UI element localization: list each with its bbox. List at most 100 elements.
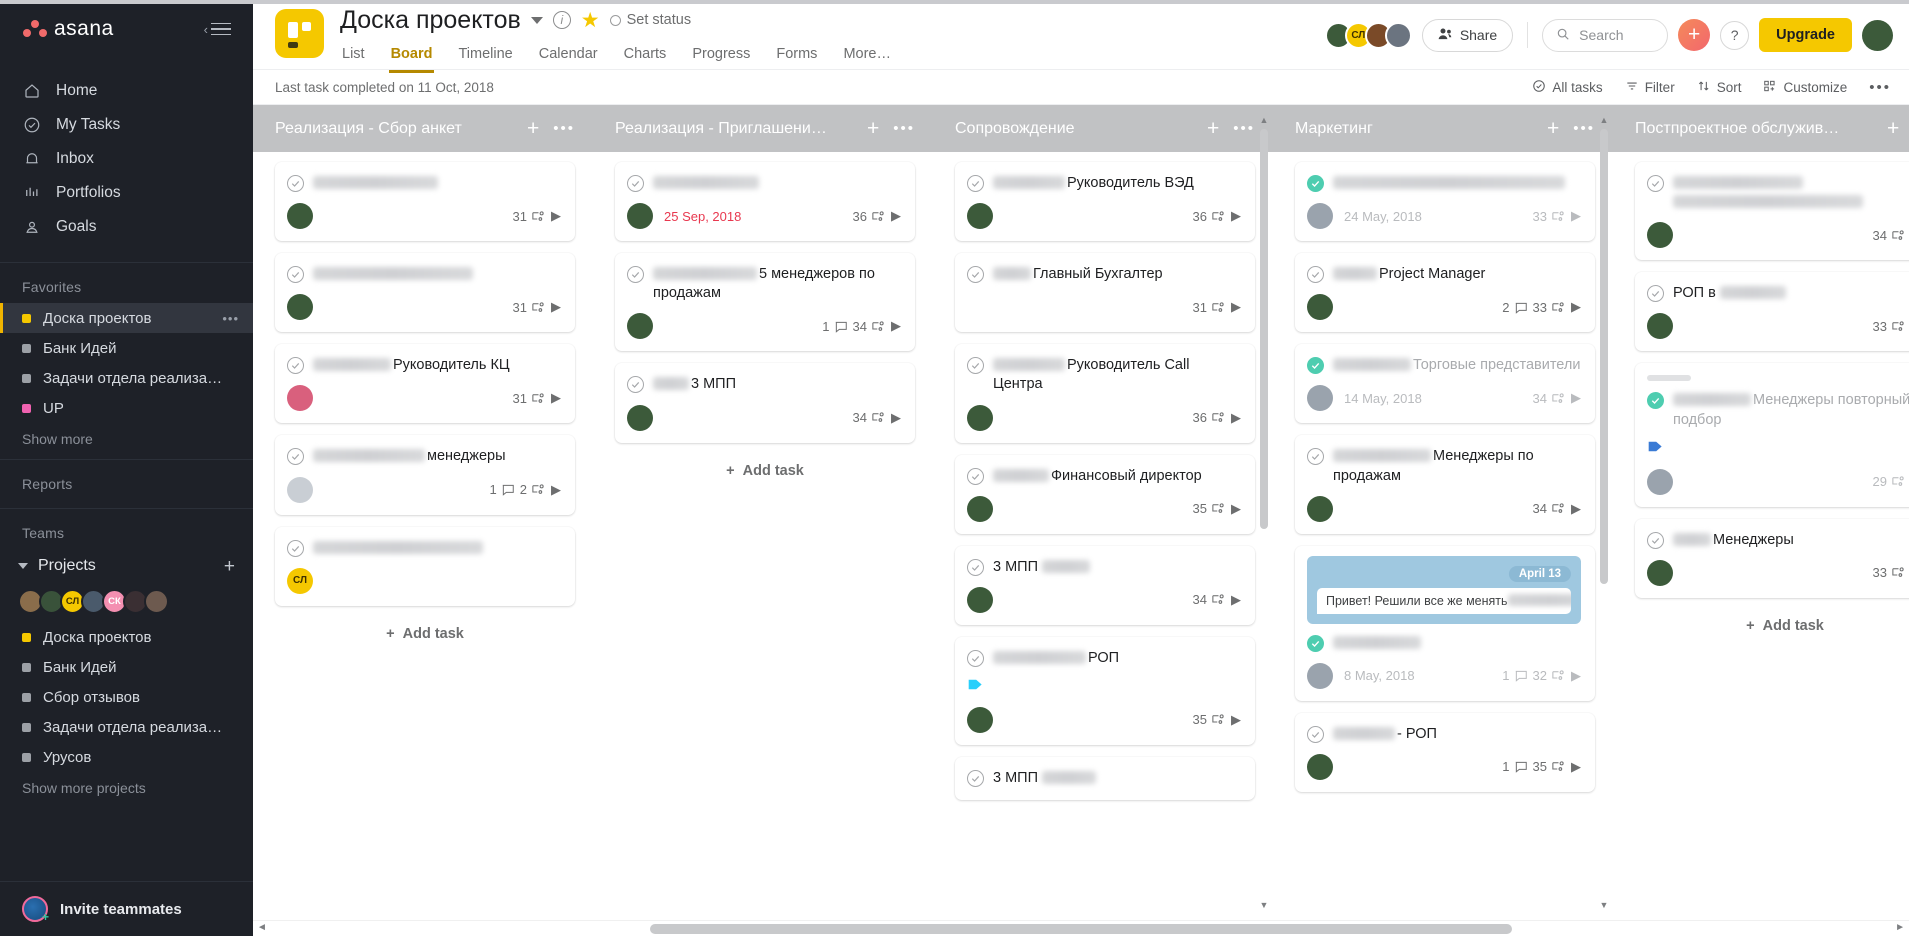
sidebar-favorite-zadachi-otdela[interactable]: Задачи отдела реализа… <box>0 363 253 393</box>
task-card[interactable]: 31 ▶ <box>275 162 575 242</box>
tab-list[interactable]: List <box>340 42 367 73</box>
assignee-avatar[interactable] <box>1307 203 1333 230</box>
chevron-down-icon[interactable] <box>18 563 28 569</box>
expand-card-icon[interactable]: ▶ <box>1571 299 1581 315</box>
board-horizontal-scrollbar[interactable]: ◄ ► <box>253 920 1909 936</box>
column-more-icon[interactable]: ••• <box>1233 120 1255 137</box>
complete-task-checkbox[interactable] <box>1307 634 1324 652</box>
task-card[interactable]: Торговые представители 14 May, 2018 34 ▶ <box>1295 344 1595 424</box>
column-scrollbar[interactable]: ▲ ▼ <box>1259 115 1269 910</box>
due-date[interactable]: 8 May, 2018 <box>1344 668 1415 683</box>
assignee-avatar[interactable]: СЛ <box>287 567 313 594</box>
task-card[interactable]: РОП в 33 ▶ <box>1635 272 1909 352</box>
sidebar-project-urusov[interactable]: Урусов <box>0 742 253 772</box>
complete-task-checkbox[interactable] <box>627 266 644 284</box>
expand-card-icon[interactable]: ▶ <box>891 318 901 334</box>
due-date[interactable]: 24 May, 2018 <box>1344 209 1422 224</box>
invite-teammates-button[interactable]: Invite teammates <box>0 881 253 936</box>
expand-card-icon[interactable]: ▶ <box>1231 410 1241 426</box>
expand-card-icon[interactable]: ▶ <box>1571 668 1581 684</box>
task-card-with-preview[interactable]: April 13 Привет! Решили все же менять 8 <box>1295 545 1595 701</box>
sidebar-favorite-up[interactable]: UP <box>0 393 253 423</box>
complete-task-checkbox[interactable] <box>967 175 984 192</box>
expand-card-icon[interactable]: ▶ <box>551 299 561 315</box>
assignee-avatar[interactable] <box>1307 662 1333 689</box>
sidebar-collapse-button[interactable]: ‹ <box>204 22 231 37</box>
task-card[interactable]: Руководитель Call Центра 36 ▶ <box>955 344 1255 443</box>
task-card[interactable]: Финансовый директор 35 ▶ <box>955 454 1255 534</box>
add-task-button[interactable]: + Add task <box>615 455 915 479</box>
complete-task-checkbox[interactable] <box>1307 725 1324 743</box>
task-card[interactable]: Главный Бухгалтер 31 ▶ <box>955 253 1255 333</box>
task-card[interactable]: 5 менеджеров по продажам 1 34 ▶ <box>615 253 915 352</box>
all-tasks-button[interactable]: All tasks <box>1532 79 1603 96</box>
tab-timeline[interactable]: Timeline <box>456 42 514 73</box>
complete-task-checkbox[interactable] <box>1647 175 1664 192</box>
assignee-avatar[interactable] <box>1647 313 1673 340</box>
task-card[interactable]: менеджеры 1 2 ▶ <box>275 435 575 515</box>
task-card[interactable]: 24 May, 2018 33 ▶ <box>1295 162 1595 242</box>
expand-card-icon[interactable]: ▶ <box>1231 501 1241 517</box>
due-date[interactable]: 25 Sep, 2018 <box>664 209 741 224</box>
add-task-button[interactable]: + Add task <box>275 618 575 642</box>
complete-task-checkbox[interactable] <box>1307 266 1324 284</box>
expand-card-icon[interactable]: ▶ <box>551 208 561 224</box>
tab-board[interactable]: Board <box>389 42 435 73</box>
complete-task-checkbox[interactable] <box>967 769 984 787</box>
scrollbar-thumb[interactable] <box>650 924 1512 934</box>
column-add-task-icon[interactable]: + <box>1547 118 1559 139</box>
scroll-up-arrow-icon[interactable]: ▲ <box>1599 115 1609 125</box>
task-card[interactable]: 34 ▶ <box>1635 162 1909 261</box>
sidebar-item-goals[interactable]: Goals <box>0 210 253 244</box>
board-more-options-icon[interactable]: ••• <box>1869 79 1891 96</box>
projects-show-more[interactable]: Show more projects <box>0 772 253 800</box>
expand-card-icon[interactable]: ▶ <box>1571 208 1581 224</box>
scroll-left-arrow-icon[interactable]: ◄ <box>257 922 267 933</box>
task-card[interactable]: 3 МПП 34 ▶ <box>615 363 915 443</box>
expand-card-icon[interactable]: ▶ <box>891 410 901 426</box>
task-card[interactable]: Менеджеры 33 ▶ <box>1635 518 1909 598</box>
task-card[interactable]: РОП 35 ▶ <box>955 636 1255 745</box>
sidebar-project-doska-proektov[interactable]: Доска проектов <box>0 622 253 652</box>
team-projects-row[interactable]: Projects + <box>0 549 253 583</box>
assignee-avatar[interactable] <box>967 203 993 230</box>
set-status-button[interactable]: Set status <box>609 12 691 28</box>
scrollbar-thumb[interactable] <box>1600 129 1608 584</box>
scroll-down-arrow-icon[interactable]: ▼ <box>1259 900 1269 910</box>
column-add-task-icon[interactable]: + <box>1207 118 1219 139</box>
sidebar-project-sbor-otzyvov[interactable]: Сбор отзывов <box>0 682 253 712</box>
info-icon[interactable]: i <box>552 11 571 29</box>
task-card[interactable]: Руководитель КЦ 31 ▶ <box>275 344 575 424</box>
assignee-avatar[interactable] <box>967 586 993 613</box>
tab-progress[interactable]: Progress <box>690 42 752 73</box>
complete-task-checkbox[interactable] <box>1647 531 1664 549</box>
assignee-avatar[interactable] <box>967 495 993 522</box>
assignee-avatar[interactable] <box>1307 294 1333 321</box>
sidebar-favorite-bank-idey[interactable]: Банк Идей <box>0 333 253 363</box>
add-task-button[interactable]: + Add task <box>1635 610 1909 634</box>
sidebar-item-home[interactable]: Home <box>0 74 253 108</box>
user-avatar[interactable] <box>1862 19 1893 51</box>
assignee-avatar[interactable] <box>627 313 653 340</box>
task-card[interactable]: Менеджеры повторный подбор 29 <box>1635 363 1909 507</box>
quick-add-button[interactable]: + <box>1678 19 1711 51</box>
task-card[interactable]: Менеджеры по продажам 34 ▶ <box>1295 435 1595 534</box>
favorite-more-icon[interactable]: ••• <box>222 311 239 326</box>
assignee-avatar[interactable] <box>967 404 993 431</box>
task-card[interactable]: 3 МПП 34 ▶ <box>955 545 1255 625</box>
column-more-icon[interactable]: ••• <box>1573 120 1595 137</box>
filter-button[interactable]: Filter <box>1625 79 1675 96</box>
expand-card-icon[interactable]: ▶ <box>551 482 561 498</box>
column-more-icon[interactable]: ••• <box>893 120 915 137</box>
assignee-avatar[interactable] <box>1647 468 1673 495</box>
task-card[interactable]: СЛ <box>275 526 575 606</box>
assignee-avatar[interactable] <box>1307 495 1333 522</box>
assignee-avatar[interactable] <box>1307 385 1333 412</box>
assignee-avatar[interactable] <box>627 203 653 230</box>
expand-card-icon[interactable]: ▶ <box>1231 712 1241 728</box>
tab-calendar[interactable]: Calendar <box>537 42 600 73</box>
assignee-avatar[interactable] <box>287 476 313 503</box>
share-button[interactable]: Share <box>1421 18 1514 52</box>
avatar[interactable] <box>144 589 169 614</box>
scroll-up-arrow-icon[interactable]: ▲ <box>1259 115 1269 125</box>
